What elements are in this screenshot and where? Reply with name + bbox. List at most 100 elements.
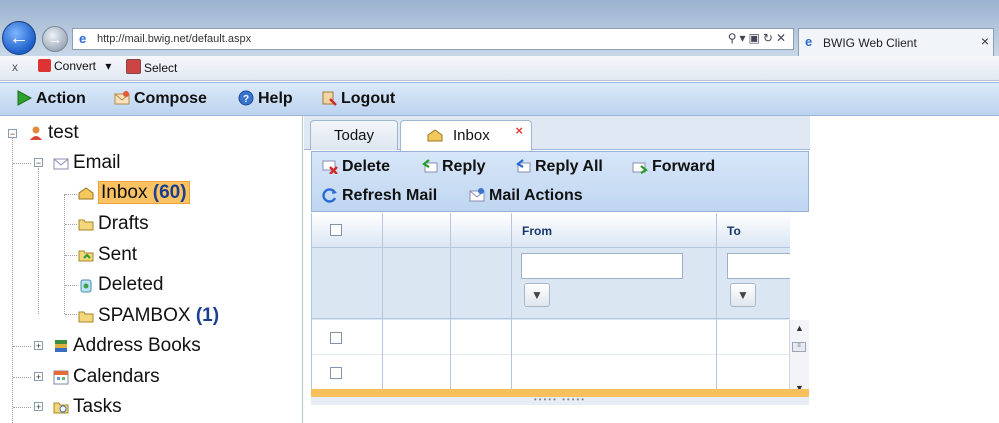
expand-toggle[interactable]: + xyxy=(34,341,43,351)
tree-calendars[interactable]: Calendars xyxy=(53,366,160,388)
resize-grip[interactable]: ••••• ••••• xyxy=(311,396,809,405)
spam-folder-icon xyxy=(78,311,94,323)
filter-row: ▼ ▼ xyxy=(312,248,790,319)
action-button[interactable]: Action xyxy=(16,90,86,108)
to-filter-input[interactable] xyxy=(727,253,790,279)
filter-icon: ▼ xyxy=(531,288,543,302)
forward-button[interactable]: Forward xyxy=(632,158,715,176)
column-header-from[interactable]: From xyxy=(522,224,552,238)
spambox-label: SPAMBOX xyxy=(98,305,191,326)
compose-label: Compose xyxy=(134,90,207,107)
address-books-label: Address Books xyxy=(73,335,201,356)
tree-email-label: Email xyxy=(73,152,121,173)
tree-sent[interactable]: Sent xyxy=(78,244,137,266)
scroll-up-icon[interactable]: ▲ xyxy=(795,323,804,333)
folder-tree: − test − Email Inbox (60) Drafts Sent De… xyxy=(0,116,303,423)
expand-toggle[interactable]: + xyxy=(34,402,43,412)
convert-button[interactable]: Convert ▾ xyxy=(38,59,111,73)
tree-email[interactable]: Email xyxy=(53,152,121,174)
delete-label: Delete xyxy=(342,158,391,175)
column-header-to[interactable]: To xyxy=(727,224,741,238)
search-icon[interactable]: ⚲ xyxy=(728,31,740,45)
forward-button[interactable]: → xyxy=(42,26,68,52)
drafts-label: Drafts xyxy=(98,213,149,234)
tab-today-label: Today xyxy=(334,127,375,144)
tree-root-label: test xyxy=(48,122,79,143)
inbox-icon xyxy=(427,129,443,142)
svg-text:?: ? xyxy=(243,94,249,105)
help-label: Help xyxy=(258,90,293,107)
tree-deleted[interactable]: Deleted xyxy=(78,274,164,296)
select-button[interactable]: Select xyxy=(126,59,177,75)
compose-button[interactable]: Compose xyxy=(114,90,207,108)
inbox-label: Inbox xyxy=(101,182,148,203)
grid-header: From To xyxy=(312,213,790,248)
row-checkbox[interactable] xyxy=(330,367,342,379)
dropdown-icon[interactable]: ▾ xyxy=(740,31,749,45)
tab-close-icon[interactable]: × xyxy=(981,33,989,49)
arrow-right-icon: → xyxy=(48,31,62,47)
sent-label: Sent xyxy=(98,244,138,265)
tab-today[interactable]: Today xyxy=(310,120,398,150)
reply-label: Reply xyxy=(442,158,486,175)
sent-folder-icon xyxy=(78,250,94,262)
tree-root-test[interactable]: test xyxy=(28,122,79,144)
scroll-thumb[interactable]: ≡ xyxy=(792,342,806,352)
delete-button[interactable]: Delete xyxy=(322,158,390,176)
row-checkbox[interactable] xyxy=(330,332,342,344)
reply-button[interactable]: Reply xyxy=(422,158,486,176)
vertical-scrollbar[interactable]: ▲ ≡ ▼ xyxy=(789,320,809,396)
select-label: Select xyxy=(144,61,178,75)
browser-tab[interactable]: e BWIG Web Client × xyxy=(798,28,994,56)
mail-grid: From To ▼ ▼ xyxy=(311,213,790,396)
table-row[interactable] xyxy=(312,320,790,355)
collapse-toggle[interactable]: − xyxy=(34,158,43,168)
browser-tab-title: BWIG Web Client xyxy=(823,36,917,50)
tree-spambox[interactable]: SPAMBOX (1) xyxy=(78,305,219,327)
collapse-toggle[interactable]: − xyxy=(8,129,17,139)
delete-mail-icon xyxy=(322,160,338,174)
convert-icon xyxy=(38,59,51,72)
tab-inbox[interactable]: Inbox × xyxy=(400,120,532,151)
from-filter-input[interactable] xyxy=(521,253,683,279)
tree-inbox[interactable]: Inbox (60) xyxy=(78,181,190,204)
user-icon xyxy=(30,126,42,140)
table-row[interactable] xyxy=(312,355,790,390)
mail-icon xyxy=(53,158,69,170)
calendar-icon xyxy=(53,370,69,385)
arrow-left-icon: ← xyxy=(9,27,29,49)
mail-actions-button[interactable]: Mail Actions xyxy=(469,187,583,205)
expand-toggle[interactable]: + xyxy=(34,372,43,382)
command-bar: x Convert ▾ Select xyxy=(0,56,999,81)
inbox-count: (60) xyxy=(152,182,187,203)
tasks-icon xyxy=(53,402,69,414)
convert-label: Convert xyxy=(54,59,97,73)
close-icon[interactable]: x xyxy=(12,60,18,74)
reply-all-icon xyxy=(516,159,531,173)
compose-icon xyxy=(114,91,130,105)
refresh-mail-button[interactable]: Refresh Mail xyxy=(322,187,437,205)
select-all-checkbox[interactable] xyxy=(330,224,342,236)
to-filter-button[interactable]: ▼ xyxy=(730,283,756,307)
url-text: http://mail.bwig.net/default.aspx xyxy=(97,33,252,45)
refresh-icon[interactable]: ↻ xyxy=(763,31,776,45)
from-filter-button[interactable]: ▼ xyxy=(524,283,550,307)
logout-button[interactable]: Logout xyxy=(321,90,395,108)
help-icon: ? xyxy=(238,90,254,106)
chevron-down-icon[interactable]: ▾ xyxy=(105,59,111,73)
help-button[interactable]: ? Help xyxy=(238,90,293,108)
tree-tasks[interactable]: Tasks xyxy=(53,396,122,418)
tab-close-icon[interactable]: × xyxy=(515,123,523,138)
tree-drafts[interactable]: Drafts xyxy=(78,213,149,235)
select-icon xyxy=(126,59,141,74)
address-book-icon xyxy=(55,340,67,352)
mail-actions-icon xyxy=(469,188,485,202)
back-button[interactable]: ← xyxy=(2,21,36,55)
reply-all-button[interactable]: Reply All xyxy=(515,158,603,176)
stop-icon[interactable]: ✕ xyxy=(776,31,789,45)
reply-icon xyxy=(422,159,438,173)
address-bar[interactable]: e http://mail.bwig.net/default.aspx ⚲▾▣↻… xyxy=(72,28,794,50)
compat-icon[interactable]: ▣ xyxy=(749,31,763,45)
forward-label: Forward xyxy=(652,158,716,175)
tree-address-books[interactable]: Address Books xyxy=(53,335,201,357)
